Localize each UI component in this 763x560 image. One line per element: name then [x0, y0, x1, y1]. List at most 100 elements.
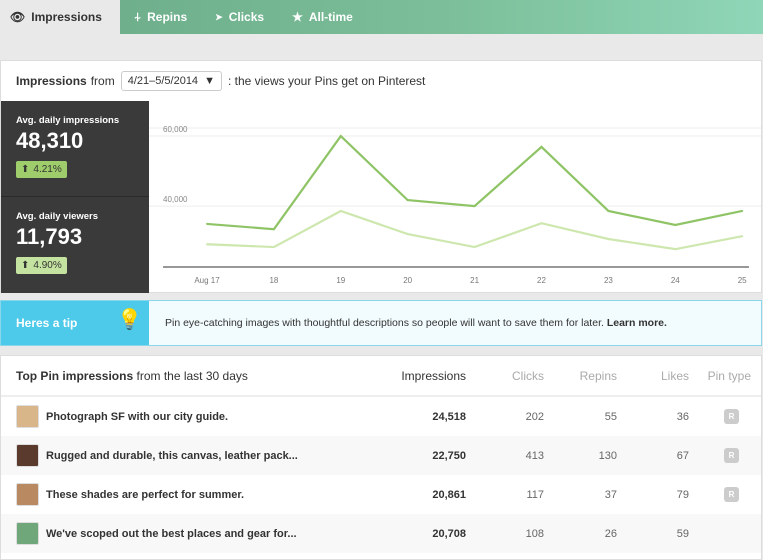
change-value: 4.90% [33, 260, 62, 271]
pin-icon: ⍭ [133, 9, 142, 24]
table-row[interactable]: We've scoped out the best places and gea… [1, 514, 761, 553]
x-tick-label: 18 [269, 276, 278, 285]
x-tick-label: 19 [336, 276, 345, 285]
clicks-value: 202 [525, 410, 544, 423]
table-row[interactable]: Photograph SF with our city guide. 24,51… [1, 397, 761, 436]
impressions-card: Impressions from 4/21–5/5/2014 ▼ : the vi… [0, 60, 762, 293]
header-description: : the views your Pins get on Pinterest [227, 74, 426, 88]
data-point [272, 246, 275, 249]
col-likes[interactable]: Likes [617, 369, 689, 383]
pin-type-cell: R [689, 487, 761, 502]
pin-type-badge: R [724, 487, 739, 502]
tip-banner: Heres a tip 💡 Pin eye-catching images wit… [0, 300, 762, 346]
data-point [206, 222, 208, 225]
pin-type-cell: R [689, 448, 761, 463]
data-point [473, 205, 476, 208]
table-title: Top Pin impressions from the last 30 day… [1, 369, 336, 383]
tab-label: Impressions [31, 10, 102, 24]
from-label: from [90, 74, 115, 88]
tab-repins[interactable]: ⍭ Repins [120, 0, 201, 34]
pin-type-badge: R [724, 448, 739, 463]
col-pin-type: Pin type [707, 368, 751, 383]
tab-clicks[interactable]: ➤ Clicks [201, 0, 278, 34]
y-tick-label: 40,000 [163, 195, 188, 204]
x-tick-label: 24 [671, 276, 680, 285]
impressions-value: 20,861 [432, 488, 466, 501]
stat-impressions: Avg. daily impressions 48,310 ⬆ 4.21% [1, 101, 149, 197]
change-badge: ⬆ 4.90% [16, 257, 67, 274]
stat-value: 48,310 [16, 128, 84, 153]
tab-impressions[interactable]: 👁 Impressions [0, 0, 120, 34]
repins-value: 55 [604, 410, 617, 423]
date-range-value: 4/21–5/5/2014 [127, 75, 199, 87]
pin-title[interactable]: We've scoped out the best places and gea… [46, 528, 297, 540]
x-tick-label: 20 [403, 276, 412, 285]
chevron-down-icon: ▼ [204, 75, 215, 87]
data-point [406, 199, 409, 202]
stat-viewers: Avg. daily viewers 11,793 ⬆ 4.90% [1, 197, 149, 293]
col-clicks[interactable]: Clicks [466, 369, 544, 383]
x-tick-label: Aug 17 [194, 276, 220, 285]
date-range-select[interactable]: 4/21–5/5/2014 ▼ [120, 71, 222, 91]
stat-label: Avg. daily impressions [16, 115, 120, 126]
repins-value: 37 [604, 488, 617, 501]
pin-title[interactable]: These shades are perfect for summer. [46, 489, 244, 501]
tip-text: Pin eye-catching images with thoughtful … [149, 317, 667, 329]
learn-more-link[interactable]: Learn more. [607, 317, 667, 329]
tab-label: All-time [308, 10, 353, 24]
pin-type-cell: R [689, 409, 761, 424]
x-tick-label: 23 [604, 276, 613, 285]
stat-label: Avg. daily viewers [16, 211, 99, 222]
tip-label: Heres a tip 💡 [1, 301, 149, 345]
pin-thumbnail [16, 522, 39, 545]
likes-value: 59 [676, 527, 689, 540]
table-row[interactable]: Rugged and durable, this canvas, leather… [1, 436, 761, 475]
x-tick-label: 22 [537, 276, 546, 285]
repins-value: 26 [604, 527, 617, 540]
table-row[interactable]: These shades are perfect for summer. 20,… [1, 475, 761, 514]
cursor-icon: ➤ [215, 11, 223, 22]
pin-cell[interactable]: We've scoped out the best places and gea… [1, 522, 336, 545]
tip-label-text: Heres a tip [16, 316, 78, 330]
table-header: Top Pin impressions from the last 30 day… [1, 356, 761, 397]
stat-value: 11,793 [16, 224, 83, 249]
clicks-value: 413 [525, 449, 544, 462]
repins-value: 130 [598, 449, 617, 462]
star-icon: ★ [292, 10, 303, 24]
table-body: Photograph SF with our city guide. 24,51… [1, 397, 761, 553]
y-tick-label: 60,000 [163, 125, 188, 134]
data-point [540, 222, 543, 225]
card-header: Impressions from 4/21–5/5/2014 ▼ : the vi… [1, 61, 761, 101]
tip-body: Pin eye-catching images with thoughtful … [165, 317, 604, 329]
data-point [607, 237, 610, 240]
pin-title[interactable]: Photograph SF with our city guide. [46, 411, 228, 423]
data-point [272, 228, 275, 231]
pin-cell[interactable]: These shades are perfect for summer. [1, 483, 336, 506]
page-title: Impressions [16, 74, 87, 88]
lightbulb-icon: 💡 [117, 309, 142, 331]
change-badge: ⬆ 4.21% [16, 161, 67, 178]
data-point [741, 209, 744, 212]
col-impressions[interactable]: Impressions [336, 369, 466, 383]
data-point [406, 233, 409, 236]
x-tick-label: 25 [738, 276, 747, 285]
data-point [339, 209, 342, 212]
likes-value: 67 [676, 449, 689, 462]
tab-all-time[interactable]: ★ All-time [278, 0, 367, 34]
pin-type-badge: R [724, 409, 739, 424]
stats-panel: Avg. daily impressions 48,310 ⬆ 4.21% Avg… [1, 101, 149, 293]
pin-cell[interactable]: Rugged and durable, this canvas, leather… [1, 444, 336, 467]
arrow-up-icon: ⬆ [21, 260, 30, 271]
data-point [206, 243, 208, 246]
pin-title[interactable]: Rugged and durable, this canvas, leather… [46, 450, 298, 462]
tab-label: Clicks [228, 10, 265, 24]
top-pins-table: Top Pin impressions from the last 30 day… [0, 355, 762, 560]
pin-cell[interactable]: Photograph SF with our city guide. [1, 405, 336, 428]
data-point [674, 248, 677, 251]
arrow-up-icon: ⬆ [21, 164, 30, 175]
data-point [741, 235, 744, 238]
col-repins[interactable]: Repins [544, 369, 617, 383]
impressions-value: 22,750 [432, 449, 466, 462]
impressions-chart: 60,000 40,000 Aug 17 18 19 20 21 22 23 24 25 [149, 125, 761, 285]
clicks-value: 108 [525, 527, 544, 540]
